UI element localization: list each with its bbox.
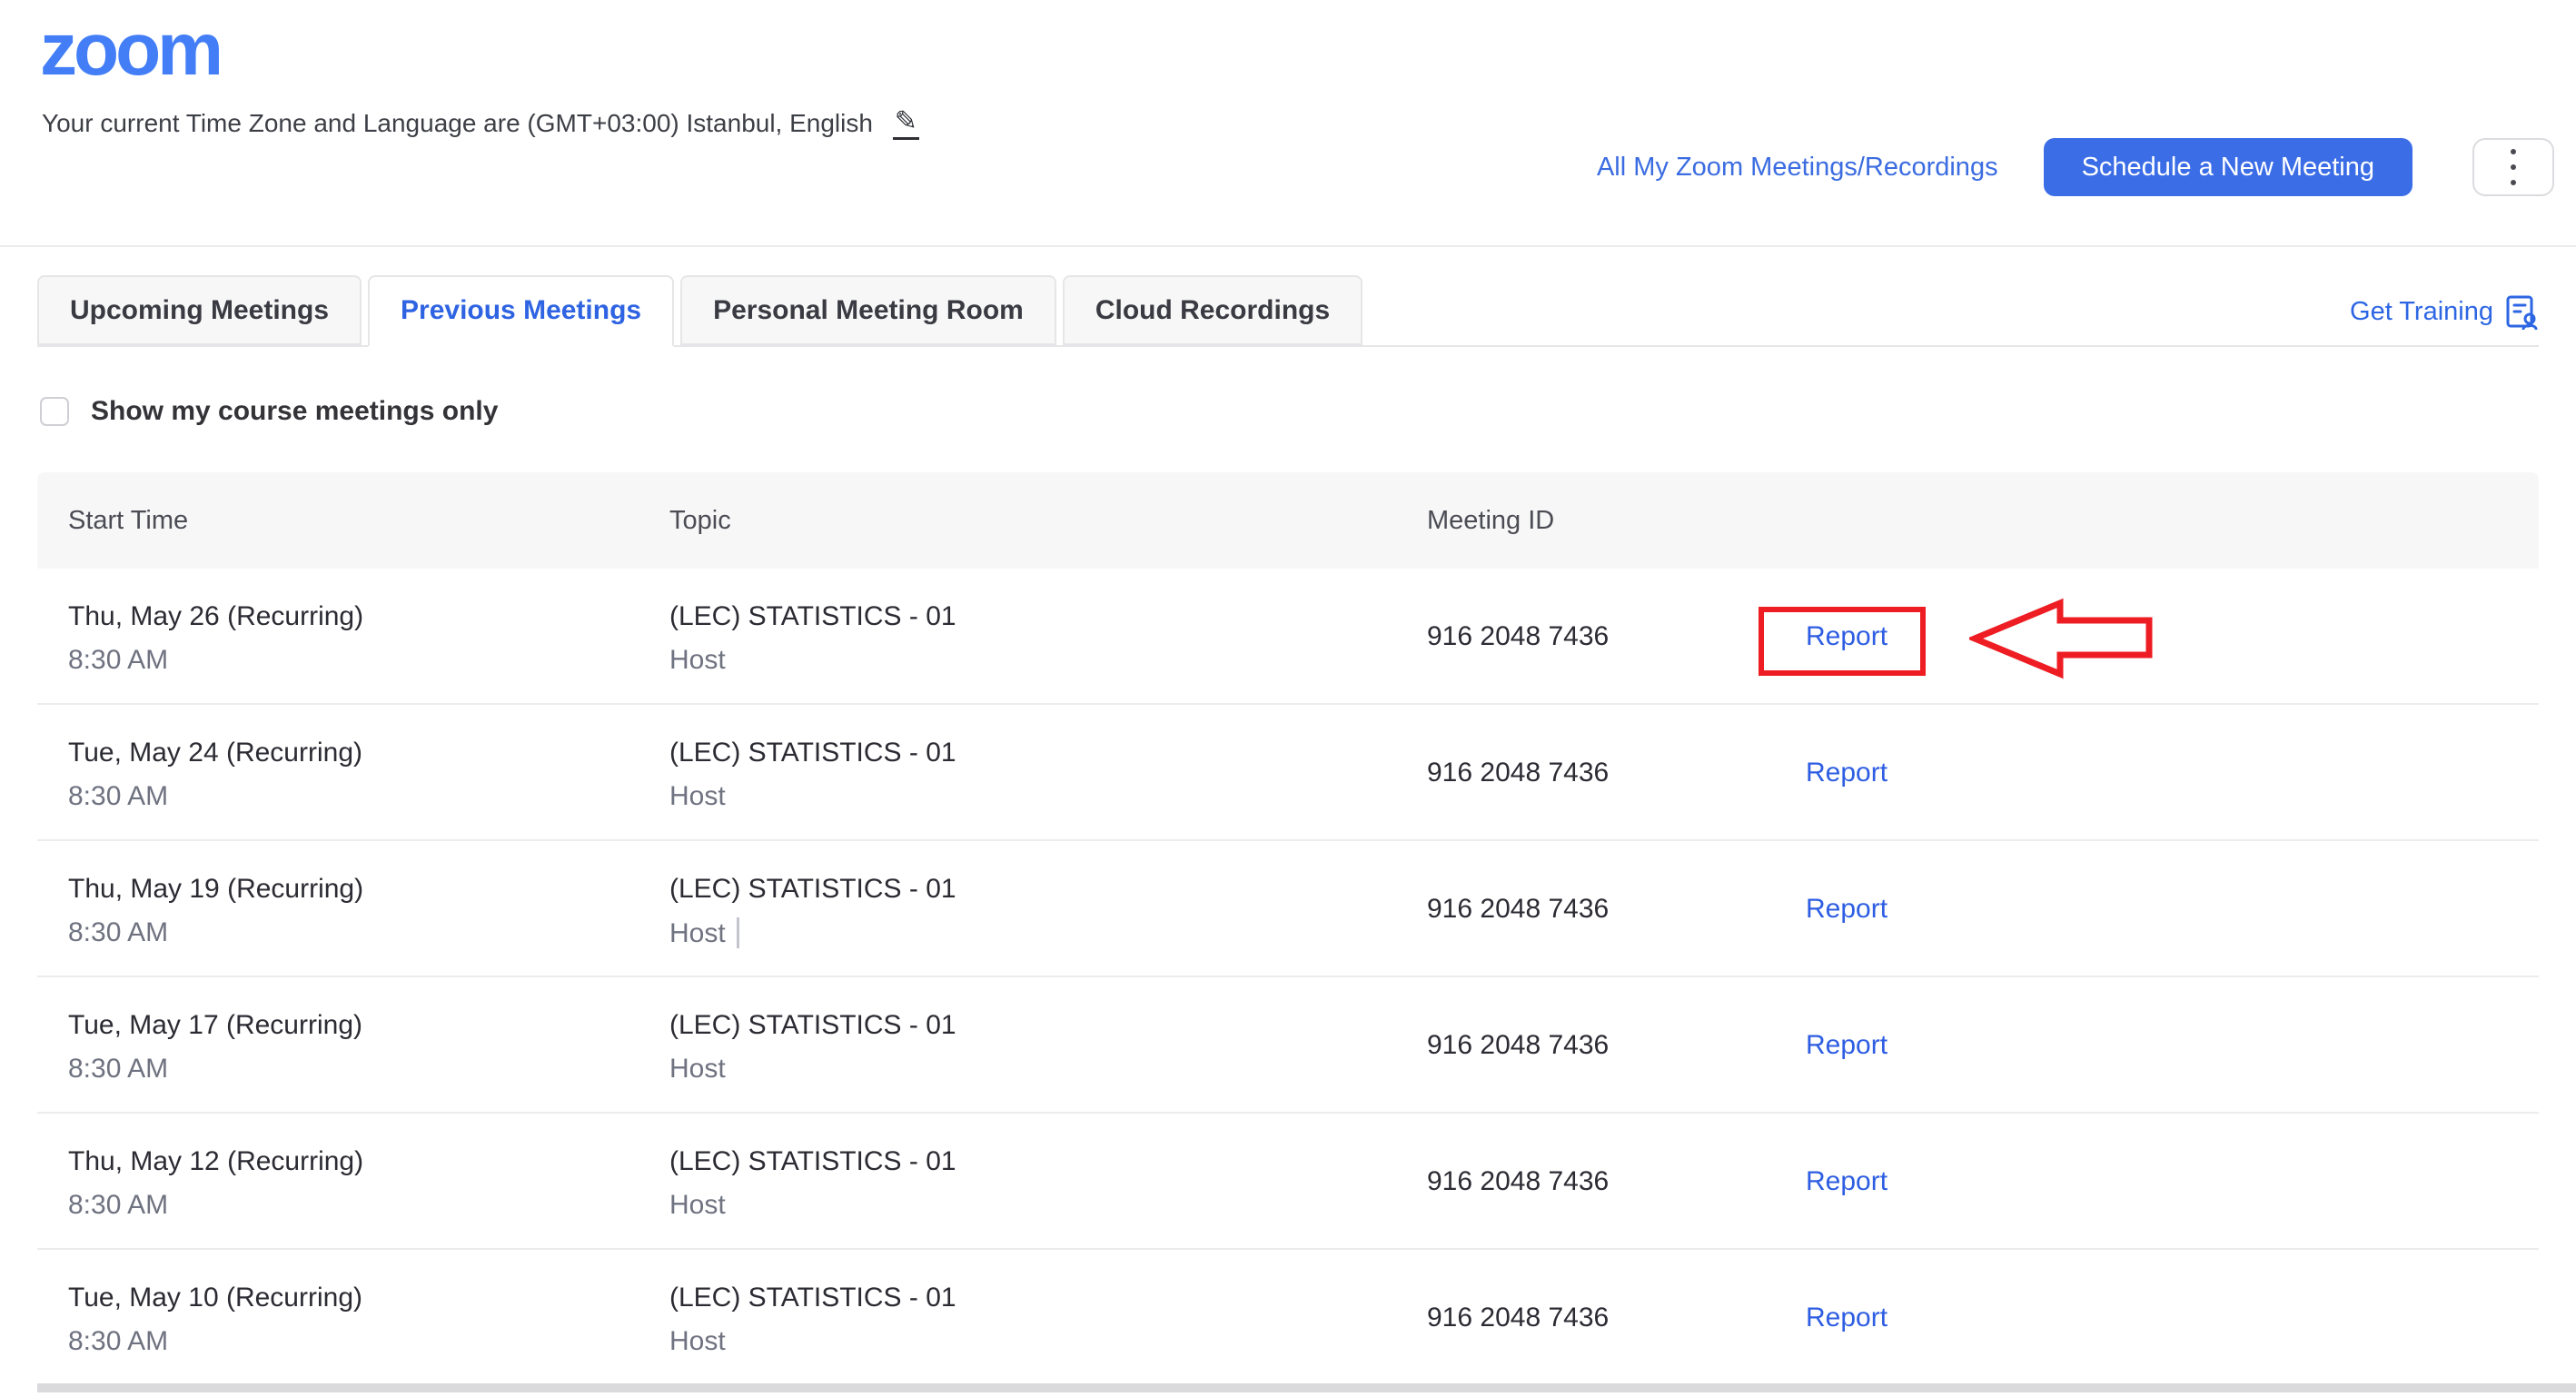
meeting-date: Tue, May 24 (Recurring) [68,738,362,768]
meeting-id: 916 2048 7436 [1427,894,1609,925]
vertical-dots-icon [2511,149,2516,185]
meeting-date: Tue, May 17 (Recurring) [68,1010,362,1041]
course-meetings-checkbox[interactable] [40,397,69,426]
meeting-role: Host [669,1190,726,1221]
all-meetings-recordings-link[interactable]: All My Zoom Meetings/Recordings [1597,153,1998,183]
meeting-topic: (LEC) STATISTICS - 01 [669,1010,956,1041]
meeting-time: 8:30 AM [68,1326,168,1357]
report-link[interactable]: Report [1806,621,1887,652]
page-header: zoom Your current Time Zone and Language… [0,0,2576,247]
meeting-time: 8:30 AM [68,917,168,948]
meeting-topic: (LEC) STATISTICS - 01 [669,874,956,905]
meeting-time: 8:30 AM [68,781,168,812]
report-link[interactable]: Report [1806,1166,1887,1197]
meeting-id: 916 2048 7436 [1427,1030,1609,1061]
meetings-tab-bar: Upcoming Meetings Previous Meetings Pers… [37,277,2539,347]
bottom-divider-bar [37,1383,2576,1392]
meeting-date: Thu, May 26 (Recurring) [68,601,363,632]
meeting-topic: (LEC) STATISTICS - 01 [669,1283,956,1313]
table-row: Tue, May 17 (Recurring) 8:30 AM (LEC) ST… [37,977,2539,1114]
report-link[interactable]: Report [1806,758,1887,788]
table-row: Thu, May 19 (Recurring) 8:30 AM (LEC) ST… [37,841,2539,977]
meeting-id: 916 2048 7436 [1427,621,1609,652]
meeting-id: 916 2048 7436 [1427,758,1609,788]
column-meeting-id: Meeting ID [1427,472,1554,569]
timezone-text: Your current Time Zone and Language are … [42,109,873,137]
table-row: Tue, May 10 (Recurring) 8:30 AM (LEC) ST… [37,1250,2539,1386]
more-options-button[interactable] [2472,138,2554,196]
tab-previous-meetings[interactable]: Previous Meetings [368,275,674,347]
get-training-label: Get Training [2350,297,2493,327]
meeting-topic: (LEC) STATISTICS - 01 [669,738,956,768]
column-start-time: Start Time [68,472,188,569]
meeting-role: Host [669,1326,726,1357]
timezone-line: Your current Time Zone and Language are … [42,107,919,142]
zoom-logo[interactable]: zoom [40,7,220,93]
course-meetings-filter: Show my course meetings only [40,396,2576,427]
report-link[interactable]: Report [1806,1030,1887,1061]
previous-meetings-table: Start Time Topic Meeting ID Thu, May 26 … [37,472,2539,1386]
table-header: Start Time Topic Meeting ID [37,472,2539,569]
zoom-previous-meetings-page: zoom Your current Time Zone and Language… [0,0,2576,1397]
meeting-id: 916 2048 7436 [1427,1166,1609,1197]
column-topic: Topic [669,472,731,569]
course-meetings-label: Show my course meetings only [91,396,498,427]
tab-cloud-recordings[interactable]: Cloud Recordings [1063,275,1362,345]
meeting-date: Thu, May 12 (Recurring) [68,1146,363,1177]
text-cursor [737,917,739,948]
training-document-icon [2506,295,2539,330]
meeting-topic: (LEC) STATISTICS - 01 [669,1146,956,1177]
meeting-role: Host [669,645,726,676]
table-row: Thu, May 12 (Recurring) 8:30 AM (LEC) ST… [37,1114,2539,1250]
get-training-link[interactable]: Get Training [2350,277,2539,347]
report-link[interactable]: Report [1806,894,1887,925]
meeting-time: 8:30 AM [68,1190,168,1221]
meeting-date: Thu, May 19 (Recurring) [68,874,363,905]
meeting-role: Host [669,1054,726,1085]
meeting-role: Host [669,917,739,949]
edit-timezone-icon[interactable]: ✎ [893,105,919,140]
report-link[interactable]: Report [1806,1303,1887,1333]
table-row: Tue, May 24 (Recurring) 8:30 AM (LEC) ST… [37,705,2539,841]
meeting-time: 8:30 AM [68,1054,168,1085]
meeting-id: 916 2048 7436 [1427,1303,1609,1333]
meeting-time: 8:30 AM [68,645,168,676]
tab-upcoming-meetings[interactable]: Upcoming Meetings [37,275,362,345]
meeting-topic: (LEC) STATISTICS - 01 [669,601,956,632]
meeting-date: Tue, May 10 (Recurring) [68,1283,362,1313]
table-row: Thu, May 26 (Recurring) 8:30 AM (LEC) ST… [37,569,2539,705]
meeting-role: Host [669,781,726,812]
tab-personal-meeting-room[interactable]: Personal Meeting Room [680,275,1056,345]
schedule-new-meeting-button[interactable]: Schedule a New Meeting [2044,138,2413,196]
header-actions: All My Zoom Meetings/Recordings Schedule… [1597,138,2554,196]
